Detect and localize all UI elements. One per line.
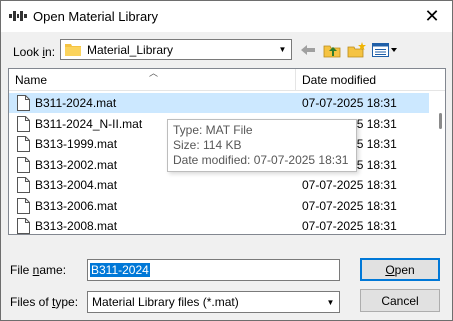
create-new-folder-button[interactable] — [346, 41, 368, 59]
tooltip-size: Size: 114 KB — [173, 138, 242, 152]
files-of-type-label: Files of type: — [10, 295, 79, 309]
file-name-value: B311-2024 — [90, 263, 150, 277]
date-modified-cell: 07-07-2025 18:31 — [302, 219, 397, 233]
file-name-cell: B311-2024_N-II.mat — [35, 116, 143, 131]
look-in-dropdown[interactable]: Material_Library ▼ — [60, 39, 292, 60]
view-menu-button[interactable] — [371, 41, 399, 59]
tooltip-type: Type: MAT File — [173, 123, 253, 137]
file-name-cell: B313-2008.mat — [35, 219, 118, 233]
date-modified-cell: 07-07-2025 18:31 — [302, 198, 397, 213]
file-name-cell: B313-1999.mat — [35, 137, 118, 151]
file-icon — [17, 156, 30, 173]
close-button[interactable]: ✕ — [412, 1, 452, 32]
column-header-date-modified[interactable]: Date modified — [302, 73, 376, 87]
sort-ascending-icon: ︿ — [149, 68, 159, 78]
file-icon — [17, 95, 30, 111]
look-in-label: Look in: — [13, 45, 56, 59]
up-folder-icon — [323, 45, 341, 57]
file-info-tooltip: Type: MAT File Size: 114 KB Date modifie… — [167, 119, 357, 172]
file-icon — [17, 197, 30, 214]
open-button[interactable]: Open — [360, 258, 440, 281]
file-name-cell: B313-2006.mat — [35, 198, 118, 213]
file-name-cell: B311-2024.mat — [35, 96, 117, 110]
chevron-down-icon[interactable]: ▼ — [274, 40, 291, 59]
open-material-library-dialog: Open Material Library ✕ Look in: Materia… — [0, 0, 453, 321]
file-icon — [17, 136, 30, 152]
up-one-level-button[interactable] — [322, 41, 342, 59]
table-row[interactable]: B313-2004.mat 07-07-2025 18:31 — [9, 175, 429, 195]
files-of-type-value: Material Library files (*.mat) — [92, 295, 239, 309]
date-modified-cell: 07-07-2025 18:31 — [302, 96, 397, 110]
column-header-name[interactable]: Name — [15, 73, 47, 87]
back-button[interactable] — [299, 41, 317, 59]
table-row[interactable]: B313-2008.mat 07-07-2025 18:31 — [9, 216, 429, 234]
date-modified-cell: 07-07-2025 18:31 — [302, 178, 397, 192]
view-menu-icon — [372, 43, 397, 57]
file-name-cell: B313-2002.mat — [35, 157, 118, 172]
scrollbar-thumb[interactable] — [439, 113, 442, 129]
file-icon — [17, 218, 30, 234]
chevron-down-icon[interactable]: ▼ — [322, 292, 339, 312]
file-icon — [17, 177, 30, 193]
window-title: Open Material Library — [33, 9, 158, 24]
look-in-value: Material_Library — [87, 43, 174, 57]
tooltip-date-modified: Date modified: 07-07-2025 18:31 — [173, 153, 349, 167]
file-icon — [17, 115, 30, 132]
cancel-button[interactable]: Cancel — [360, 289, 440, 312]
file-name-cell: B313-2004.mat — [35, 178, 118, 192]
files-of-type-dropdown[interactable]: Material Library files (*.mat) ▼ — [87, 291, 340, 313]
title-bar: Open Material Library ✕ — [1, 1, 452, 32]
file-name-input[interactable]: B311-2024 — [87, 259, 340, 281]
table-row[interactable]: B313-2006.mat 07-07-2025 18:31 — [9, 196, 429, 216]
file-name-label: File name: — [10, 263, 67, 277]
close-icon: ✕ — [424, 6, 440, 26]
folder-icon — [65, 44, 81, 56]
table-row[interactable]: B311-2024.mat 07-07-2025 18:31 — [9, 93, 429, 113]
back-arrow-icon — [301, 45, 315, 55]
column-divider[interactable] — [295, 69, 296, 91]
app-icon — [9, 11, 27, 21]
list-header: ︿ Name Date modified — [9, 69, 445, 91]
new-folder-icon — [347, 42, 366, 58]
